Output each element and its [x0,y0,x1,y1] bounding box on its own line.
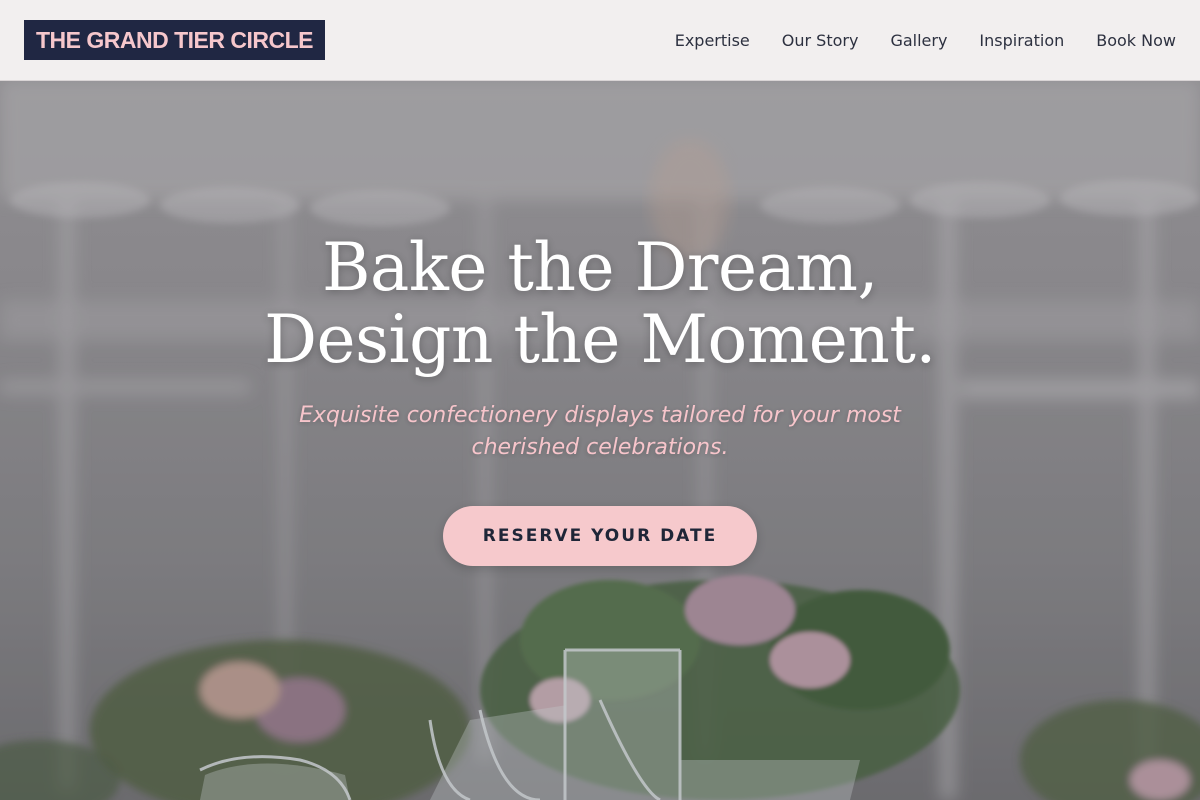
nav-link-inspiration[interactable]: Inspiration [979,31,1064,50]
nav-link-expertise[interactable]: Expertise [675,31,750,50]
brand-logo[interactable]: THE GRAND TIER CIRCLE [24,20,325,60]
hero-section: Bake the Dream, Design the Moment. Exqui… [0,232,1200,566]
hero-headline-line-1: Bake the Dream, [322,229,878,306]
nav-link-our-story[interactable]: Our Story [782,31,859,50]
nav-link-gallery[interactable]: Gallery [890,31,947,50]
hero-tagline: Exquisite confectionery displays tailore… [299,403,901,460]
hero-headline: Bake the Dream, Design the Moment. [0,232,1200,376]
site-header: THE GRAND TIER CIRCLE Expertise Our Stor… [0,0,1200,81]
nav-link-book-now[interactable]: Book Now [1096,31,1176,50]
reserve-date-button[interactable]: RESERVE YOUR DATE [442,506,758,566]
main-nav: Expertise Our Story Gallery Inspiration … [675,0,1176,81]
hero-headline-line-2: Design the Moment. [264,301,936,378]
